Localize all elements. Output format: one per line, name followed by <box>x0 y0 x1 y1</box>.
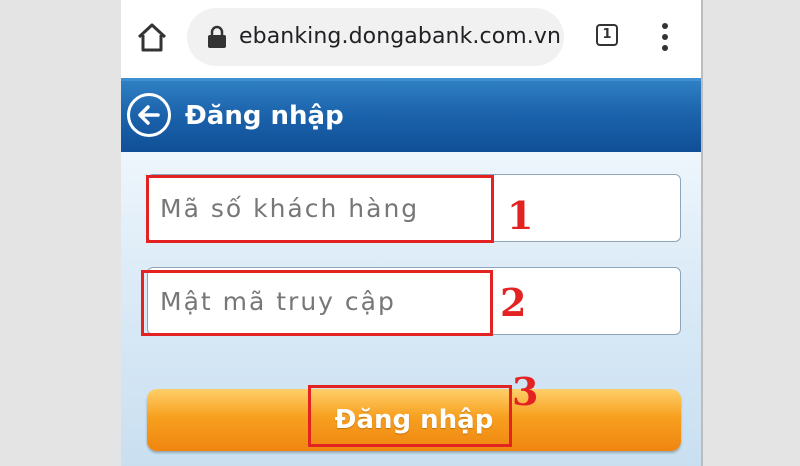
url-bar[interactable]: ebanking.dongabank.com.vn <box>187 8 564 66</box>
annotation-box-1 <box>146 175 494 243</box>
lock-icon <box>207 25 227 49</box>
screen-edge <box>701 0 703 466</box>
back-arrow-icon[interactable] <box>127 93 171 137</box>
tab-switcher-button[interactable]: 1 <box>596 24 618 46</box>
url-text: ebanking.dongabank.com.vn <box>239 24 562 49</box>
page-title: Đăng nhập <box>185 101 344 131</box>
annotation-number-2: 2 <box>500 280 527 325</box>
annotation-number-1: 1 <box>507 193 534 238</box>
annotation-box-2 <box>141 270 493 336</box>
annotation-box-3 <box>308 385 512 447</box>
annotation-number-3: 3 <box>512 369 539 414</box>
page-header: Đăng nhập <box>121 78 701 152</box>
more-menu-icon[interactable] <box>661 23 669 51</box>
browser-toolbar: ebanking.dongabank.com.vn 1 <box>121 0 701 78</box>
home-icon[interactable] <box>135 20 169 54</box>
